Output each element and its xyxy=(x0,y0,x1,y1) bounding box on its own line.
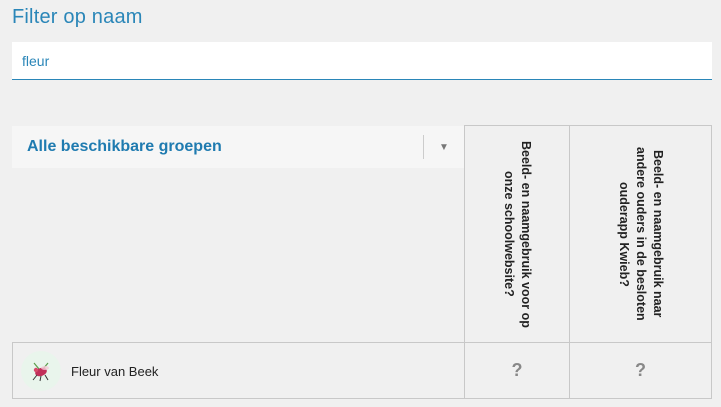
row-left-border xyxy=(12,342,13,399)
column-header-label: Beeld- en naamgebruik voor op onze schoo… xyxy=(502,140,533,328)
chevron-down-icon[interactable]: ▼ xyxy=(424,142,464,153)
name-filter-input[interactable] xyxy=(12,42,712,79)
student-name[interactable]: Fleur van Beek xyxy=(71,364,158,379)
filter-title: Filter op naam xyxy=(12,6,143,28)
group-dropdown[interactable]: Alle beschikbare groepen ▼ xyxy=(12,126,464,168)
column-header-schoolwebsite: Beeld- en naamgebruik voor op onze schoo… xyxy=(465,126,569,342)
permission-cell-schoolwebsite[interactable]: ? xyxy=(465,343,569,398)
permission-cell-ouderapp[interactable]: ? xyxy=(570,343,711,398)
column-header-label: Beeld- en naamgebruik naar andere ouders… xyxy=(617,147,665,321)
row-divider-bottom xyxy=(12,398,712,399)
search-box[interactable] xyxy=(12,42,712,80)
column-header-ouderapp: Beeld- en naamgebruik naar andere ouders… xyxy=(570,126,711,342)
group-dropdown-label: Alle beschikbare groepen xyxy=(27,138,222,155)
insect-icon xyxy=(32,362,49,382)
avatar xyxy=(21,351,61,391)
